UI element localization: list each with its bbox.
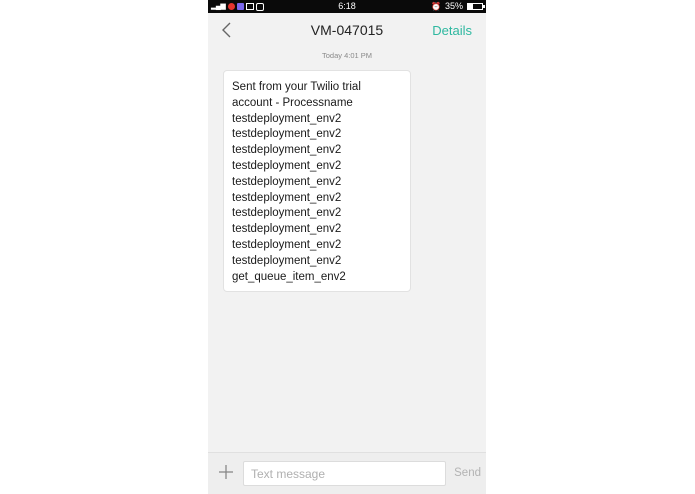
status-system: ⏰ 35% <box>431 0 485 13</box>
message-line: testdeployment_env2 <box>232 144 342 157</box>
message-timestamp: Today 4:01 PM <box>321 51 373 60</box>
message-line: account - Processname <box>232 96 353 109</box>
battery-icon <box>467 3 485 10</box>
message-bubble[interactable]: Sent from your Twilio trial account - Pr… <box>223 70 411 292</box>
battery-percent: 35% <box>444 1 463 11</box>
message-line: testdeployment_env2 <box>232 128 342 141</box>
message-line: testdeployment_env2 <box>232 159 342 172</box>
phone-screen: ▂▄▆ 6:18 ⏰ 35% VM-047015 Details Today 4… <box>208 0 486 494</box>
message-line: testdeployment_env2 <box>232 238 342 251</box>
alarm-icon: ⏰ <box>431 2 441 11</box>
message-line: testdeployment_env2 <box>232 207 342 220</box>
battery-level <box>468 4 473 9</box>
send-button[interactable]: Send <box>454 467 481 479</box>
compose-bar: Send <box>208 452 486 494</box>
message-line: testdeployment_env2 <box>232 223 342 236</box>
plus-icon[interactable] <box>218 464 234 480</box>
conversation-header: VM-047015 Details <box>208 13 486 48</box>
message-line: testdeployment_env2 <box>232 191 342 204</box>
message-input[interactable] <box>243 461 446 486</box>
status-bar: ▂▄▆ 6:18 ⏰ 35% <box>208 0 486 13</box>
message-line: testdeployment_env2 <box>232 112 342 125</box>
message-line: get_queue_item_env2 <box>232 270 346 283</box>
message-line: Sent from your Twilio trial <box>232 81 361 93</box>
message-line: testdeployment_env2 <box>232 254 342 267</box>
details-button[interactable]: Details <box>432 23 472 38</box>
message-line: testdeployment_env2 <box>232 175 342 188</box>
